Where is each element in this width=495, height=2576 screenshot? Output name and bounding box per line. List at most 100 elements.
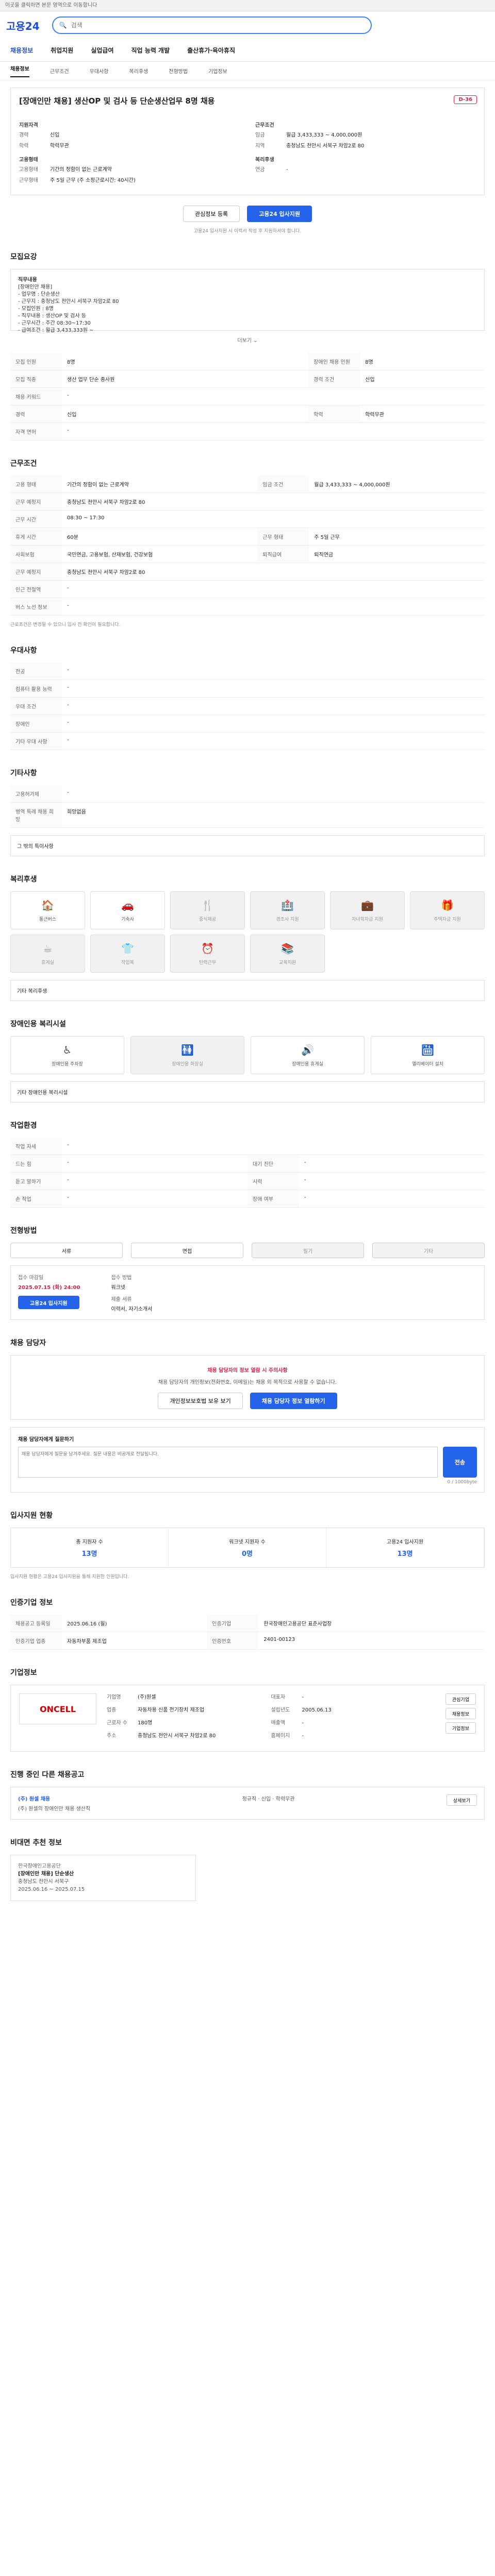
apply-button-2[interactable]: 고용24 입사지원 — [18, 1296, 79, 1309]
welfare-other-box: 기타 복리후생 — [10, 980, 485, 1001]
tab-process[interactable]: 전형방법 — [169, 67, 188, 75]
welfare-card: 🚗 기숙사 — [90, 891, 165, 929]
table-row: 인근 전철역 - — [10, 580, 485, 598]
recruit-detail: 직무내용 [장애인만 채용] - 업무명 : 단순생산 - 근무지 : 충청남도… — [10, 269, 485, 333]
tab-preference[interactable]: 우대사항 — [90, 67, 109, 75]
other-job-sub: (주) 원셀의 장애인만 채용 생산직 — [18, 1806, 91, 1812]
cell-label: 모집 인원 — [10, 353, 62, 370]
shirt-icon: 👕 — [121, 942, 134, 955]
stat-cell: 총 지원자 수 13명 — [11, 1528, 169, 1567]
cell-value: 신입 — [360, 370, 485, 388]
detail-tabs: 채용정보 근무조건 우대사항 복리후생 전형방법 기업정보 — [0, 62, 495, 80]
section-title-other-jobs: 진행 중인 다른 채용공고 — [10, 1771, 85, 1779]
cell-value: 8명 — [360, 353, 485, 370]
cell-value: 자동차부품 제조업 — [62, 1632, 207, 1650]
cell-value: - — [62, 1138, 485, 1155]
job-summary: [장애인만 채용] 생산OP 및 검사 등 단순생산업무 8명 채용 D-36 … — [10, 88, 485, 195]
cell-label: 시력 — [248, 1172, 299, 1190]
disabled-grid: ♿ 장애인용 주차장 🚻 장애인용 화장실 🔊 장애인용 휴게실 🛗 엘리베이터 설치 — [10, 1036, 485, 1074]
kv-label: 홈페이지 — [271, 1733, 290, 1739]
cell-value: - — [62, 598, 485, 616]
other-job-detail-button[interactable]: 상세보기 — [446, 1794, 477, 1806]
site-logo[interactable]: 고용24 — [6, 18, 40, 33]
cell-value: - — [62, 1190, 248, 1208]
kv-value: 기간의 정함이 없는 근로계약 — [50, 167, 112, 173]
welfare-card: 🎁 주택자금 지원 — [410, 891, 485, 929]
conditions-table: 고용 형태 기간의 정함이 없는 근로계약 임금 조건 월급 3,433,333 ~ … — [10, 476, 485, 616]
kv-value: - — [286, 167, 288, 173]
tab-conditions[interactable]: 근무조건 — [50, 67, 69, 75]
disabled-label: 장애인용 주차장 — [52, 1061, 83, 1067]
other-job-card[interactable]: (주) 원셀 채용 (주) 원셀의 장애인만 채용 생산직 정규직 · 신입 ·… — [10, 1787, 485, 1820]
gnb-item-jobs[interactable]: 채용정보 — [10, 46, 33, 55]
view-manager-button[interactable]: 채용 담당자 정보 열람하기 — [250, 1393, 337, 1409]
tab-recruit[interactable]: 채용정보 — [10, 64, 29, 77]
company-box: ONCELL 기업명 (주)원셀 대표자 - 업종 자동차용 신품 전기장치 제조업 … — [10, 1685, 485, 1752]
apply-info: 접수 마감일 2025.07.15 (화) 24:00 고용24 입사지원 접수… — [10, 1265, 485, 1320]
process-step: 필기 — [252, 1243, 364, 1258]
cell-label: 근무 예정지 — [10, 563, 62, 581]
skip-link[interactable]: 이곳을 클릭하면 본문 영역으로 이동합니다 — [0, 0, 495, 11]
cell-value: 2401-00123 — [258, 1632, 485, 1650]
other-table: 고용허가제 - 병역 특례 채용 희망 희망없음 — [10, 785, 485, 828]
cell-label: 경력 — [10, 405, 62, 423]
employment-heading: 고용형태 — [19, 157, 38, 163]
qa-submit-button[interactable]: 전송 — [442, 1447, 477, 1478]
kv-value: 신입 — [50, 132, 60, 138]
cell-value: 퇴직연금 — [309, 545, 485, 563]
table-row: 장애인 - — [10, 715, 485, 733]
gnb-item-training[interactable]: 직업 능력 개발 — [131, 46, 170, 55]
kv-label: 지역 — [255, 143, 265, 149]
detail-line: - 업무명 : 단순생산 — [18, 292, 60, 297]
cell-label: 병역 특례 채용 희망 — [10, 802, 62, 828]
kv-value: 주 5일 근무 (주 소정근로시간: 40시간) — [50, 178, 136, 183]
tab-welfare[interactable]: 복리후생 — [129, 67, 148, 75]
welfare-label: 기숙사 — [121, 917, 134, 922]
cell-value: - — [62, 422, 485, 440]
apply-button[interactable]: 고용24 입사지원 — [247, 206, 312, 222]
cell-value: 2025.06.16 (월) — [62, 1615, 207, 1632]
more-button[interactable]: 더보기 ⌄ — [10, 336, 485, 344]
company-info-button[interactable]: 기업정보 — [445, 1722, 476, 1734]
table-row: 병역 특례 채용 희망 희망없음 — [10, 802, 485, 828]
welfare-grid: 🏠 통근버스 🚗 기숙사 🍴 중식제공 🏥 경조사 지원 💼 자녀학자금 지원 🎁 주택자금… — [10, 891, 485, 973]
scrap-button[interactable]: 관심정보 등록 — [183, 206, 240, 222]
gnb-item-unemployment[interactable]: 실업급여 — [91, 46, 113, 55]
cell-label: 전공 — [10, 663, 62, 680]
welfare-label: 작업복 — [121, 960, 134, 965]
welfare-other-label: 기타 복리후생 — [17, 989, 47, 994]
privacy-button[interactable]: 개인정보보호법 보유 보기 — [158, 1393, 243, 1409]
section-title-manager: 채용 담당자 — [10, 1339, 46, 1347]
disabled-card: 🚻 장애인용 화장실 — [130, 1036, 244, 1074]
similar-job-card[interactable]: 한국장애인고용공단 [장애인만 채용] 단순생산 충청남도 천안시 서북구 20… — [10, 1855, 196, 1901]
search-icon[interactable]: 🔍 — [59, 22, 67, 29]
search-input[interactable] — [71, 22, 365, 29]
cell-label: 대기 진단 — [248, 1155, 299, 1173]
fav-company-button[interactable]: 관심기업 — [445, 1693, 476, 1705]
search-bar[interactable]: 🔍 — [52, 16, 372, 34]
cell-value: - — [62, 715, 485, 733]
welfare-card: 🏥 경조사 지원 — [250, 891, 325, 929]
qa-textarea[interactable] — [18, 1447, 438, 1478]
other-job-title[interactable]: (주) 원셀 채용 — [18, 1794, 90, 1802]
similar-title[interactable]: [장애인만 채용] 단순생산 — [18, 1870, 188, 1878]
kv-label: 경력 — [19, 132, 29, 138]
global-nav: 채용정보 취업지원 실업급여 직업 능력 개발 출산휴가·육아휴직 — [0, 39, 495, 62]
car-icon: 🚗 — [121, 899, 134, 911]
cell-value: - — [62, 680, 485, 698]
welfare-label: 주택자금 지원 — [434, 917, 461, 922]
disabled-label: 장애인용 화장실 — [172, 1061, 203, 1067]
section-title-disabled: 장애인용 복리시설 — [10, 1020, 66, 1028]
cell-label: 자격 면허 — [10, 422, 62, 440]
cell-value: 충청남도 천안시 서북구 차암2로 80 — [62, 493, 485, 511]
gnb-item-support[interactable]: 취업지원 — [51, 46, 73, 55]
company-jobs-button[interactable]: 채용정보 — [445, 1708, 476, 1719]
gnb-item-leave[interactable]: 출산휴가·육아휴직 — [187, 46, 235, 55]
detail-line: - 근무시간 : 주간 08:30~17:30 — [18, 320, 91, 326]
tab-company[interactable]: 기업정보 — [208, 67, 227, 75]
cell-label: 컴퓨터 활용 능력 — [10, 680, 62, 698]
method-label: 접수 방법 — [111, 1275, 132, 1281]
kv-value: 충청남도 천안시 서북구 차암2로 80 — [138, 1733, 216, 1739]
cell-value: - — [62, 387, 485, 405]
table-row: 드는 힘 - 대기 진단 - — [10, 1155, 485, 1173]
